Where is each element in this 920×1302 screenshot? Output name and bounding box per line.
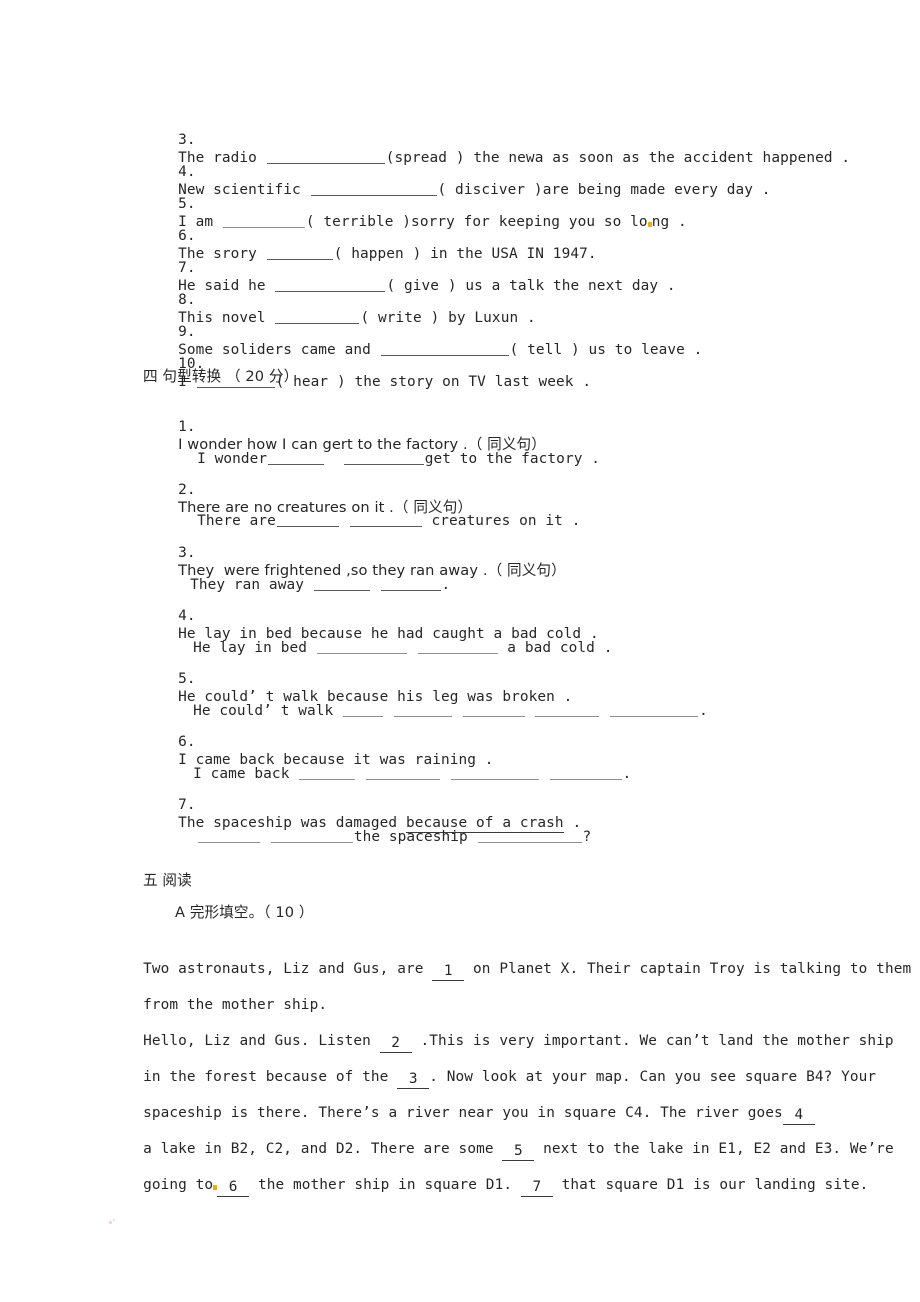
- cloze-blank-1[interactable]: 1: [432, 962, 465, 981]
- passage-text: from the mother ship.: [143, 997, 328, 1013]
- fill-blank[interactable]: [535, 703, 600, 717]
- answer-text: the spaceship: [353, 829, 477, 845]
- fill-blank[interactable]: [349, 513, 422, 527]
- fill-blank[interactable]: [477, 829, 582, 843]
- transform-item-answer: the spaceship ?: [162, 810, 591, 864]
- passage-text: going to: [143, 1177, 214, 1193]
- answer-text-mid: [261, 829, 270, 845]
- passage-text: the mother ship in square D1.: [249, 1177, 521, 1193]
- item-text-tail: ng .: [651, 214, 687, 230]
- passage-text: Two astronauts, Liz and Gus, are: [143, 961, 433, 977]
- item-text-after: ( hear ) the story on TV last week .: [275, 374, 592, 390]
- fill-blank[interactable]: [198, 829, 261, 843]
- answer-text-after: .: [622, 766, 632, 782]
- passage-text: .This is very important. We can’t land t…: [411, 1033, 894, 1049]
- passage-text: Hello, Liz and Gus. Listen: [143, 1033, 380, 1049]
- scan-speck: [109, 1221, 112, 1224]
- worksheet-page: 3. The radio (spread ) the newa as soon …: [0, 0, 920, 1302]
- passage-text: that square D1 is our landing site.: [552, 1177, 869, 1193]
- passage-line: going to 6 the mother ship in square D1. …: [108, 1158, 868, 1215]
- answer-text-after: .: [699, 703, 708, 719]
- scan-speck: [113, 1219, 115, 1221]
- passage-text: on Planet X. Their captain Troy is talki…: [464, 961, 912, 977]
- fill-blank[interactable]: [276, 513, 339, 527]
- section-five-subheading: A 完形填空。（ 10 ）: [175, 904, 314, 921]
- fill-blank[interactable]: [610, 703, 699, 717]
- cloze-blank-7[interactable]: 7: [520, 1178, 553, 1197]
- section-five-heading: 五 阅读: [143, 872, 192, 889]
- passage-text: . Now look at your map. Can you see squa…: [429, 1069, 877, 1085]
- section-four-heading: 四 句型转换 （ 20 分）: [143, 368, 299, 385]
- fill-blank[interactable]: [270, 829, 353, 843]
- passage-text: in the forest because of the: [143, 1069, 398, 1085]
- answer-text-after: ?: [582, 829, 592, 845]
- passage-text: a lake in B2, C2, and D2. There are some: [143, 1141, 503, 1157]
- passage-text: next to the lake in E1, E2 and E3. We’re: [534, 1141, 894, 1157]
- cloze-blank-6[interactable]: 6: [217, 1178, 250, 1197]
- passage-text: spaceship is there. There’s a river near…: [143, 1105, 783, 1121]
